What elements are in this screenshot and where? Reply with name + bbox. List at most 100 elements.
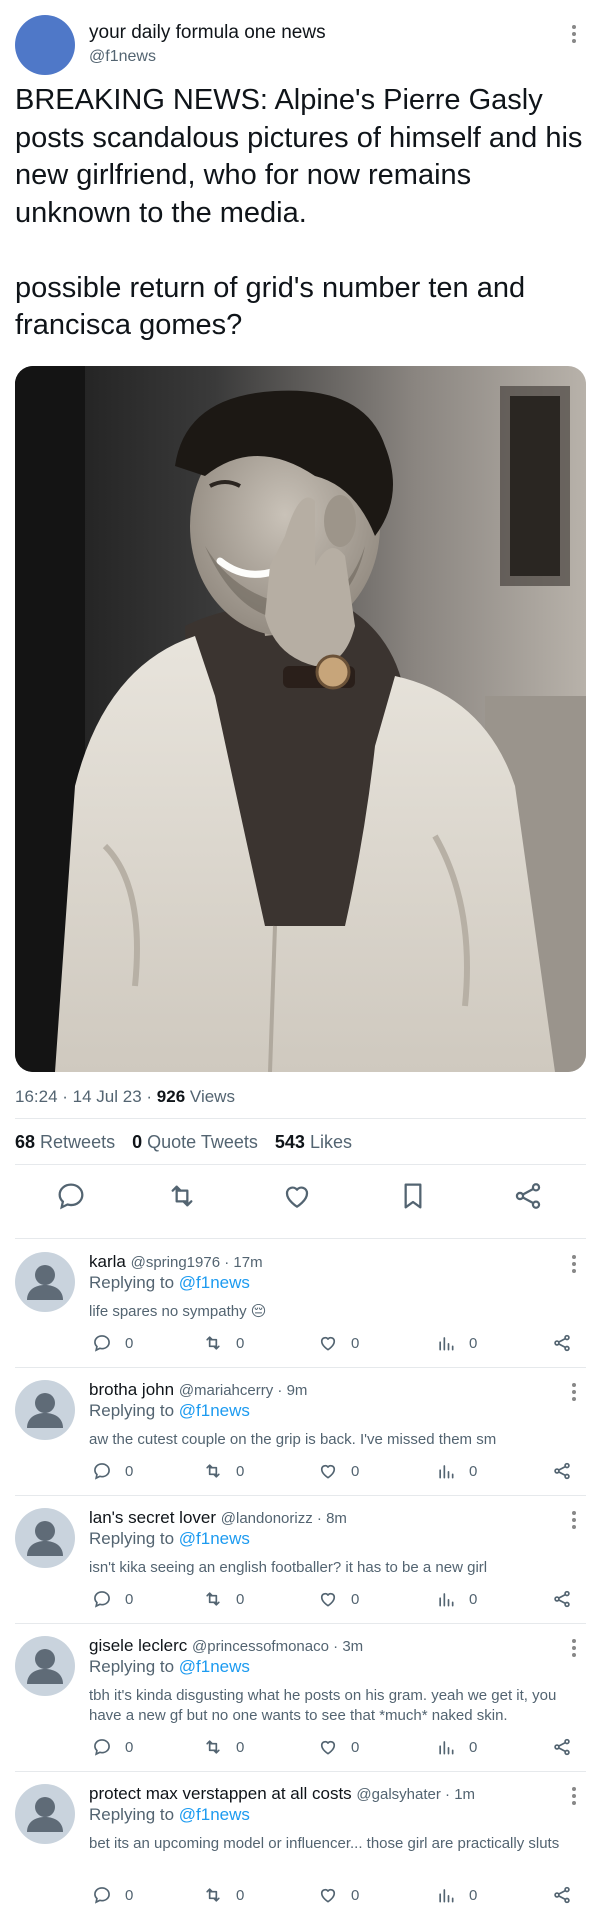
reply-author-handle: @landonorizz	[220, 1510, 313, 1527]
likes-stat[interactable]: 543 Likes	[275, 1132, 352, 1152]
tweet-meta: 16:24 · 14 Jul 23 · 926 Views	[15, 1087, 235, 1106]
bookmark-icon[interactable]	[397, 1180, 429, 1212]
reply-author-handle: @princessofmonaco	[192, 1638, 329, 1655]
reply-text: tbh it's kinda disgusting what he posts …	[89, 1687, 557, 1724]
share-icon[interactable]	[552, 1333, 572, 1353]
reply-tweet[interactable]: gisele leclerc @princessofmonaco · 3m Re…	[0, 1624, 599, 1771]
reply-icon[interactable]	[55, 1180, 87, 1212]
more-options-icon[interactable]	[564, 22, 584, 46]
default-avatar-icon[interactable]	[15, 1252, 75, 1312]
tweet-text-paragraph-2: possible return of grid's number ten and…	[15, 271, 526, 342]
replying-to: Replying to @f1news	[89, 1273, 250, 1292]
views-button[interactable]: 0	[436, 1885, 477, 1905]
reply-time: 3m	[342, 1638, 364, 1655]
reply-button[interactable]: 0	[92, 1737, 133, 1757]
views-count: 926	[156, 1087, 186, 1106]
reply-tweet[interactable]: protect max verstappen at all costs @gal…	[0, 1772, 599, 1919]
replying-to-link[interactable]: @f1news	[179, 1657, 250, 1676]
reply-button[interactable]: 0	[92, 1885, 133, 1905]
reply-author-handle: @mariahcerry	[178, 1382, 274, 1399]
tweet-text: BREAKING NEWS: Alpine's Pierre Gasly pos…	[15, 82, 590, 345]
author-avatar[interactable]	[15, 15, 75, 75]
divider	[15, 1238, 586, 1239]
default-avatar-icon[interactable]	[15, 1636, 75, 1696]
reply-button[interactable]: 0	[92, 1333, 133, 1353]
reply-time: 1m	[454, 1786, 476, 1803]
reply-time: 17m	[233, 1254, 263, 1271]
author-handle[interactable]: @f1news	[89, 48, 156, 66]
reply-text: bet its an upcoming model or influencer.…	[89, 1835, 560, 1852]
divider	[15, 1118, 586, 1119]
more-options-icon[interactable]	[564, 1784, 584, 1808]
reply-author-name: brotha john	[89, 1380, 175, 1399]
like-button[interactable]: 0	[318, 1461, 359, 1481]
more-options-icon[interactable]	[564, 1252, 584, 1276]
tweet-date: 14 Jul 23	[72, 1087, 142, 1106]
reply-author[interactable]: protect max verstappen at all costs @gal…	[89, 1784, 475, 1804]
retweet-icon[interactable]	[166, 1180, 198, 1212]
reply-tweet[interactable]: brotha john @mariahcerry · 9m Replying t…	[0, 1368, 599, 1495]
default-avatar-icon[interactable]	[15, 1380, 75, 1440]
reply-author-handle: @spring1976	[130, 1254, 221, 1271]
share-icon[interactable]	[552, 1737, 572, 1757]
like-icon[interactable]	[281, 1180, 313, 1212]
tweet-text-paragraph-1: BREAKING NEWS: Alpine's Pierre Gasly pos…	[15, 84, 583, 229]
views-button[interactable]: 0	[436, 1589, 477, 1609]
default-avatar-icon[interactable]	[15, 1784, 75, 1844]
reply-time: 9m	[286, 1382, 308, 1399]
reply-author[interactable]: lan's secret lover @landonorizz · 8m	[89, 1508, 347, 1528]
retweets-stat[interactable]: 68 Retweets	[15, 1132, 115, 1152]
views-button[interactable]: 0	[436, 1461, 477, 1481]
tweet-stats: 68 Retweets 0 Quote Tweets 543 Likes	[15, 1132, 352, 1153]
reply-author-name: protect max verstappen at all costs	[89, 1784, 352, 1803]
like-button[interactable]: 0	[318, 1885, 359, 1905]
views-button[interactable]: 0	[436, 1333, 477, 1353]
retweet-button[interactable]: 0	[203, 1737, 244, 1757]
reply-text: life spares no sympathy 😔	[89, 1303, 267, 1320]
replying-to-link[interactable]: @f1news	[179, 1273, 250, 1292]
retweet-button[interactable]: 0	[203, 1885, 244, 1905]
reply-button[interactable]: 0	[92, 1589, 133, 1609]
like-button[interactable]: 0	[318, 1333, 359, 1353]
views-label: Views	[189, 1087, 235, 1106]
replying-to: Replying to @f1news	[89, 1805, 250, 1824]
replying-to-link[interactable]: @f1news	[179, 1529, 250, 1548]
replying-to-link[interactable]: @f1news	[179, 1401, 250, 1420]
reply-text: aw the cutest couple on the grip is back…	[89, 1431, 497, 1448]
reply-author[interactable]: gisele leclerc @princessofmonaco · 3m	[89, 1636, 363, 1656]
reply-button[interactable]: 0	[92, 1461, 133, 1481]
replying-to: Replying to @f1news	[89, 1401, 250, 1420]
reply-text: isn't kika seeing an english footballer?…	[89, 1559, 488, 1576]
reply-author[interactable]: brotha john @mariahcerry · 9m	[89, 1380, 307, 1400]
replying-to: Replying to @f1news	[89, 1657, 250, 1676]
reply-author-name: gisele leclerc	[89, 1636, 188, 1655]
reply-author[interactable]: karla @spring1976 · 17m	[89, 1252, 263, 1272]
reply-tweet[interactable]: karla @spring1976 · 17m Replying to @f1n…	[0, 1240, 599, 1367]
more-options-icon[interactable]	[564, 1508, 584, 1532]
retweet-button[interactable]: 0	[203, 1589, 244, 1609]
share-icon[interactable]	[552, 1885, 572, 1905]
tweet-photo[interactable]	[15, 366, 586, 1072]
retweet-button[interactable]: 0	[203, 1461, 244, 1481]
default-avatar-icon[interactable]	[15, 1508, 75, 1568]
author-name[interactable]: your daily formula one news	[89, 22, 326, 44]
retweet-button[interactable]: 0	[203, 1333, 244, 1353]
more-options-icon[interactable]	[564, 1636, 584, 1660]
like-button[interactable]: 0	[318, 1589, 359, 1609]
divider	[15, 1164, 586, 1165]
reply-author-handle: @galsyhater	[356, 1786, 441, 1803]
reply-actions: 0 0 0 0	[92, 1737, 572, 1759]
views-button[interactable]: 0	[436, 1737, 477, 1757]
tweet-time: 16:24	[15, 1087, 58, 1106]
replying-to-link[interactable]: @f1news	[179, 1805, 250, 1824]
reply-author-name: lan's secret lover	[89, 1508, 217, 1527]
reply-author-name: karla	[89, 1252, 126, 1271]
reply-actions: 0 0 0 0	[92, 1333, 572, 1355]
like-button[interactable]: 0	[318, 1737, 359, 1757]
share-icon[interactable]	[552, 1461, 572, 1481]
quote-tweets-stat[interactable]: 0 Quote Tweets	[132, 1132, 258, 1152]
more-options-icon[interactable]	[564, 1380, 584, 1404]
share-icon[interactable]	[512, 1180, 544, 1212]
reply-tweet[interactable]: lan's secret lover @landonorizz · 8m Rep…	[0, 1496, 599, 1623]
share-icon[interactable]	[552, 1589, 572, 1609]
